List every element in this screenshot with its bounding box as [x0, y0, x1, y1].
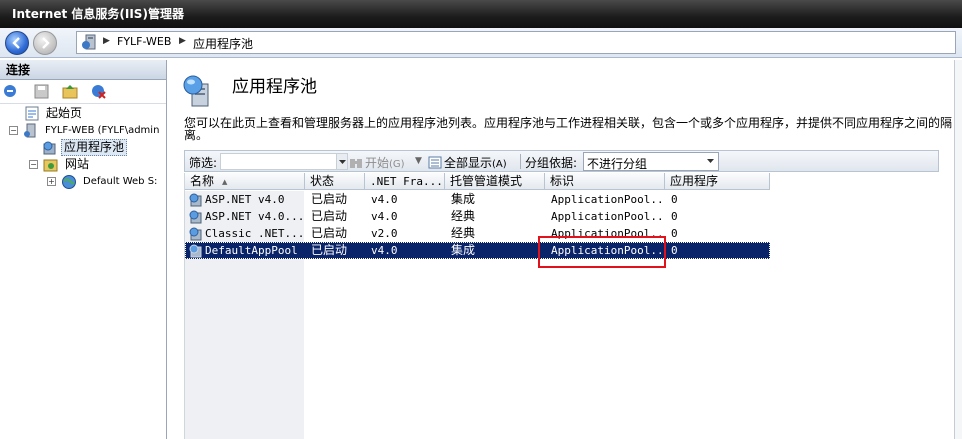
server-icon — [82, 34, 96, 50]
breadcrumb-app-pools[interactable]: 应用程序池 — [193, 35, 253, 52]
chevron-down-icon[interactable] — [336, 154, 347, 169]
table-row[interactable]: ASP.NET v4.0... 已启动 v4.0 经典 ApplicationP… — [185, 208, 770, 225]
sites-icon — [43, 159, 58, 172]
cell-net-version: v2.0 — [371, 227, 398, 240]
expand-icon[interactable]: + — [47, 177, 56, 186]
pool-row-icon — [189, 244, 202, 258]
back-button[interactable] — [5, 31, 29, 55]
sort-ascending-icon: ▲ — [222, 178, 228, 186]
toolbar-divider — [520, 154, 521, 169]
cell-net-version: v4.0 — [371, 193, 398, 206]
start-page-icon — [25, 106, 39, 121]
column-header-pipeline-mode[interactable]: 托管管道模式 — [445, 173, 545, 190]
cell-net-version: v4.0 — [371, 244, 398, 257]
connections-panel: 连接 起始页 − FYLF-WEB (FYLF\admin 应用程序池 − 网站… — [0, 60, 167, 439]
collapse-icon[interactable]: − — [29, 160, 38, 169]
page-description: 您可以在此页上查看和管理服务器上的应用程序池列表。应用程序池与工作进程相关联，包… — [184, 116, 953, 142]
cell-applications: 0 — [671, 244, 678, 257]
column-header-name[interactable]: 名称 ▲ — [185, 173, 305, 190]
window-title: Internet 信息服务(IIS)管理器 — [0, 0, 962, 28]
pool-row-icon — [189, 210, 202, 224]
cell-net-version: v4.0 — [371, 210, 398, 223]
cell-applications: 0 — [671, 210, 678, 223]
cell-pipeline: 经典 — [451, 209, 476, 223]
cell-pipeline: 集成 — [451, 243, 476, 257]
cell-applications: 0 — [671, 193, 678, 206]
group-by-select[interactable]: 不进行分组 — [583, 152, 719, 171]
app-pools-grid: 名称 ▲ 状态 .NET Fra... 托管管道模式 标识 应用程序 ASP.NE… — [184, 173, 939, 439]
cell-identity: ApplicationPool... — [551, 210, 663, 223]
connections-title: 连接 — [0, 60, 166, 80]
page-title: 应用程序池 — [232, 77, 317, 97]
annotation-highlight-box — [538, 236, 666, 268]
cell-pipeline: 经典 — [451, 226, 476, 240]
show-all-shortcut: (A) — [492, 159, 507, 170]
tree-item-label: Default Web S: — [83, 176, 158, 187]
go-button-label: 开始 — [365, 156, 390, 170]
go-button[interactable]: 开始(G) — [349, 154, 405, 171]
chevron-down-icon[interactable] — [705, 153, 718, 170]
column-header-identity[interactable]: 标识 — [545, 173, 665, 190]
address-box[interactable]: ▶ FYLF-WEB ▶ 应用程序池 — [76, 31, 956, 54]
table-row-selected[interactable]: DefaultAppPool 已启动 v4.0 集成 ApplicationPo… — [185, 242, 770, 259]
column-header-applications[interactable]: 应用程序 — [665, 173, 770, 190]
filter-label: 筛选: — [189, 156, 218, 170]
app-pool-icon — [183, 75, 209, 107]
binoculars-icon — [350, 159, 362, 168]
app-pool-icon — [43, 141, 56, 155]
show-all-label: 全部显示 — [444, 156, 493, 170]
cell-name: ASP.NET v4.0 — [185, 191, 305, 208]
column-header-net-framework[interactable]: .NET Fra... — [365, 173, 445, 190]
show-all-icon — [428, 156, 442, 169]
filter-toolbar: 筛选: 开始(G) ▼ 全部显示(A) 分组依据: 不进行分组 — [184, 150, 939, 172]
cell-status: 已启动 — [311, 226, 348, 240]
group-by-label: 分组依据: — [525, 156, 578, 170]
breadcrumb-server[interactable]: FYLF-WEB — [117, 35, 171, 48]
navigation-bar: ▶ FYLF-WEB ▶ 应用程序池 — [0, 28, 962, 58]
forward-arrow-icon — [42, 37, 50, 49]
column-header-label: 名称 — [190, 174, 215, 188]
cell-identity: ApplicationPool... — [551, 193, 663, 206]
panel-edge — [954, 60, 962, 439]
breadcrumb-separator-icon: ▶ — [103, 36, 110, 46]
cell-status: 已启动 — [311, 192, 348, 206]
collapse-icon[interactable]: − — [9, 126, 18, 135]
back-arrow-icon — [12, 37, 20, 49]
group-by-value: 不进行分组 — [587, 157, 648, 171]
tree-item-label: 应用程序池 — [61, 139, 128, 156]
breadcrumb-separator-icon: ▶ — [179, 36, 186, 46]
connections-toolbar — [0, 80, 166, 104]
cell-name: Classic .NET... — [185, 225, 305, 242]
table-row[interactable]: Classic .NET... 已启动 v2.0 经典 ApplicationP… — [185, 225, 770, 242]
pool-row-icon — [189, 227, 202, 241]
filter-input[interactable] — [220, 153, 348, 170]
up-folder-icon[interactable] — [62, 83, 79, 100]
cell-status: 已启动 — [311, 209, 348, 223]
server-icon — [24, 123, 36, 138]
globe-icon — [62, 175, 76, 189]
tree-item-label: FYLF-WEB (FYLF\admin — [45, 125, 160, 136]
table-row[interactable]: ASP.NET v4.0 已启动 v4.0 集成 ApplicationPool… — [185, 191, 770, 208]
column-header-status[interactable]: 状态 — [305, 173, 365, 190]
disconnect-icon[interactable] — [90, 83, 107, 100]
connect-icon[interactable] — [3, 83, 20, 100]
save-icon[interactable] — [33, 83, 50, 100]
tree-item-label: 起始页 — [46, 106, 83, 120]
tree-item-label: 网站 — [65, 157, 90, 171]
cell-applications: 0 — [671, 227, 678, 240]
cell-name: ASP.NET v4.0... — [185, 208, 305, 225]
grid-header: 名称 ▲ 状态 .NET Fra... 托管管道模式 标识 应用程序 — [185, 173, 770, 190]
cell-pipeline: 集成 — [451, 192, 476, 206]
pool-row-icon — [189, 193, 202, 207]
go-button-shortcut: (G) — [389, 159, 405, 170]
cell-status: 已启动 — [311, 243, 348, 257]
forward-button[interactable] — [33, 31, 57, 55]
show-all-button[interactable]: 全部显示(A) — [428, 154, 507, 171]
cell-name: DefaultAppPool — [185, 242, 305, 259]
go-options-icon[interactable]: ▼ — [415, 156, 422, 166]
